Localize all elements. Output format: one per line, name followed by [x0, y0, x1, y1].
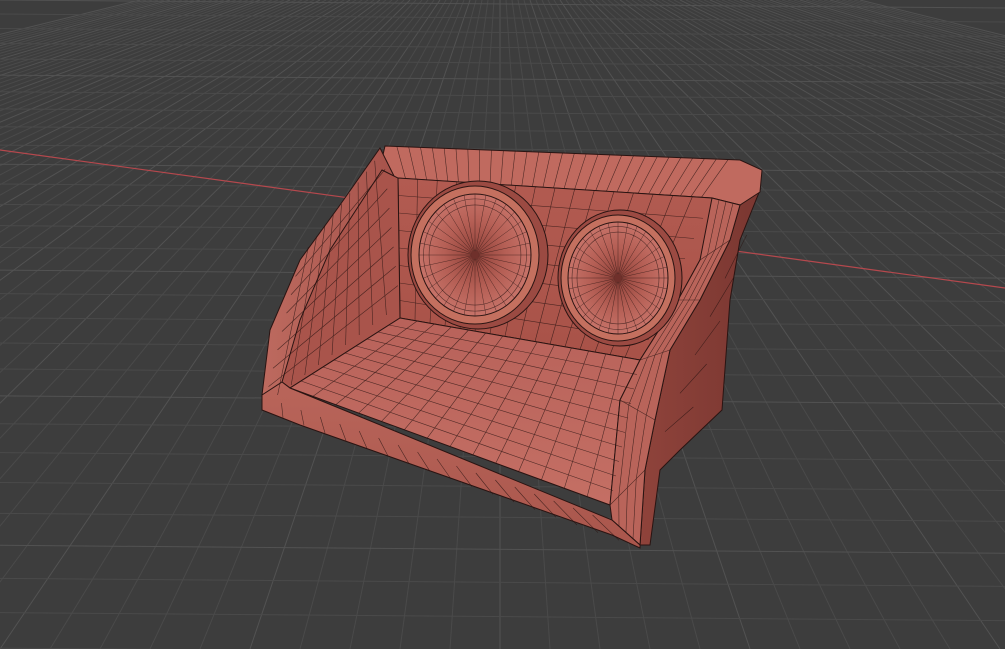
viewport-scene[interactable]	[0, 0, 1005, 649]
speaker-left[interactable]	[407, 180, 549, 330]
speaker-right-dustcap	[614, 274, 622, 282]
3d-viewport[interactable]	[0, 0, 1005, 649]
speaker-right[interactable]	[557, 209, 683, 347]
speaker-left-dustcap	[471, 251, 479, 259]
